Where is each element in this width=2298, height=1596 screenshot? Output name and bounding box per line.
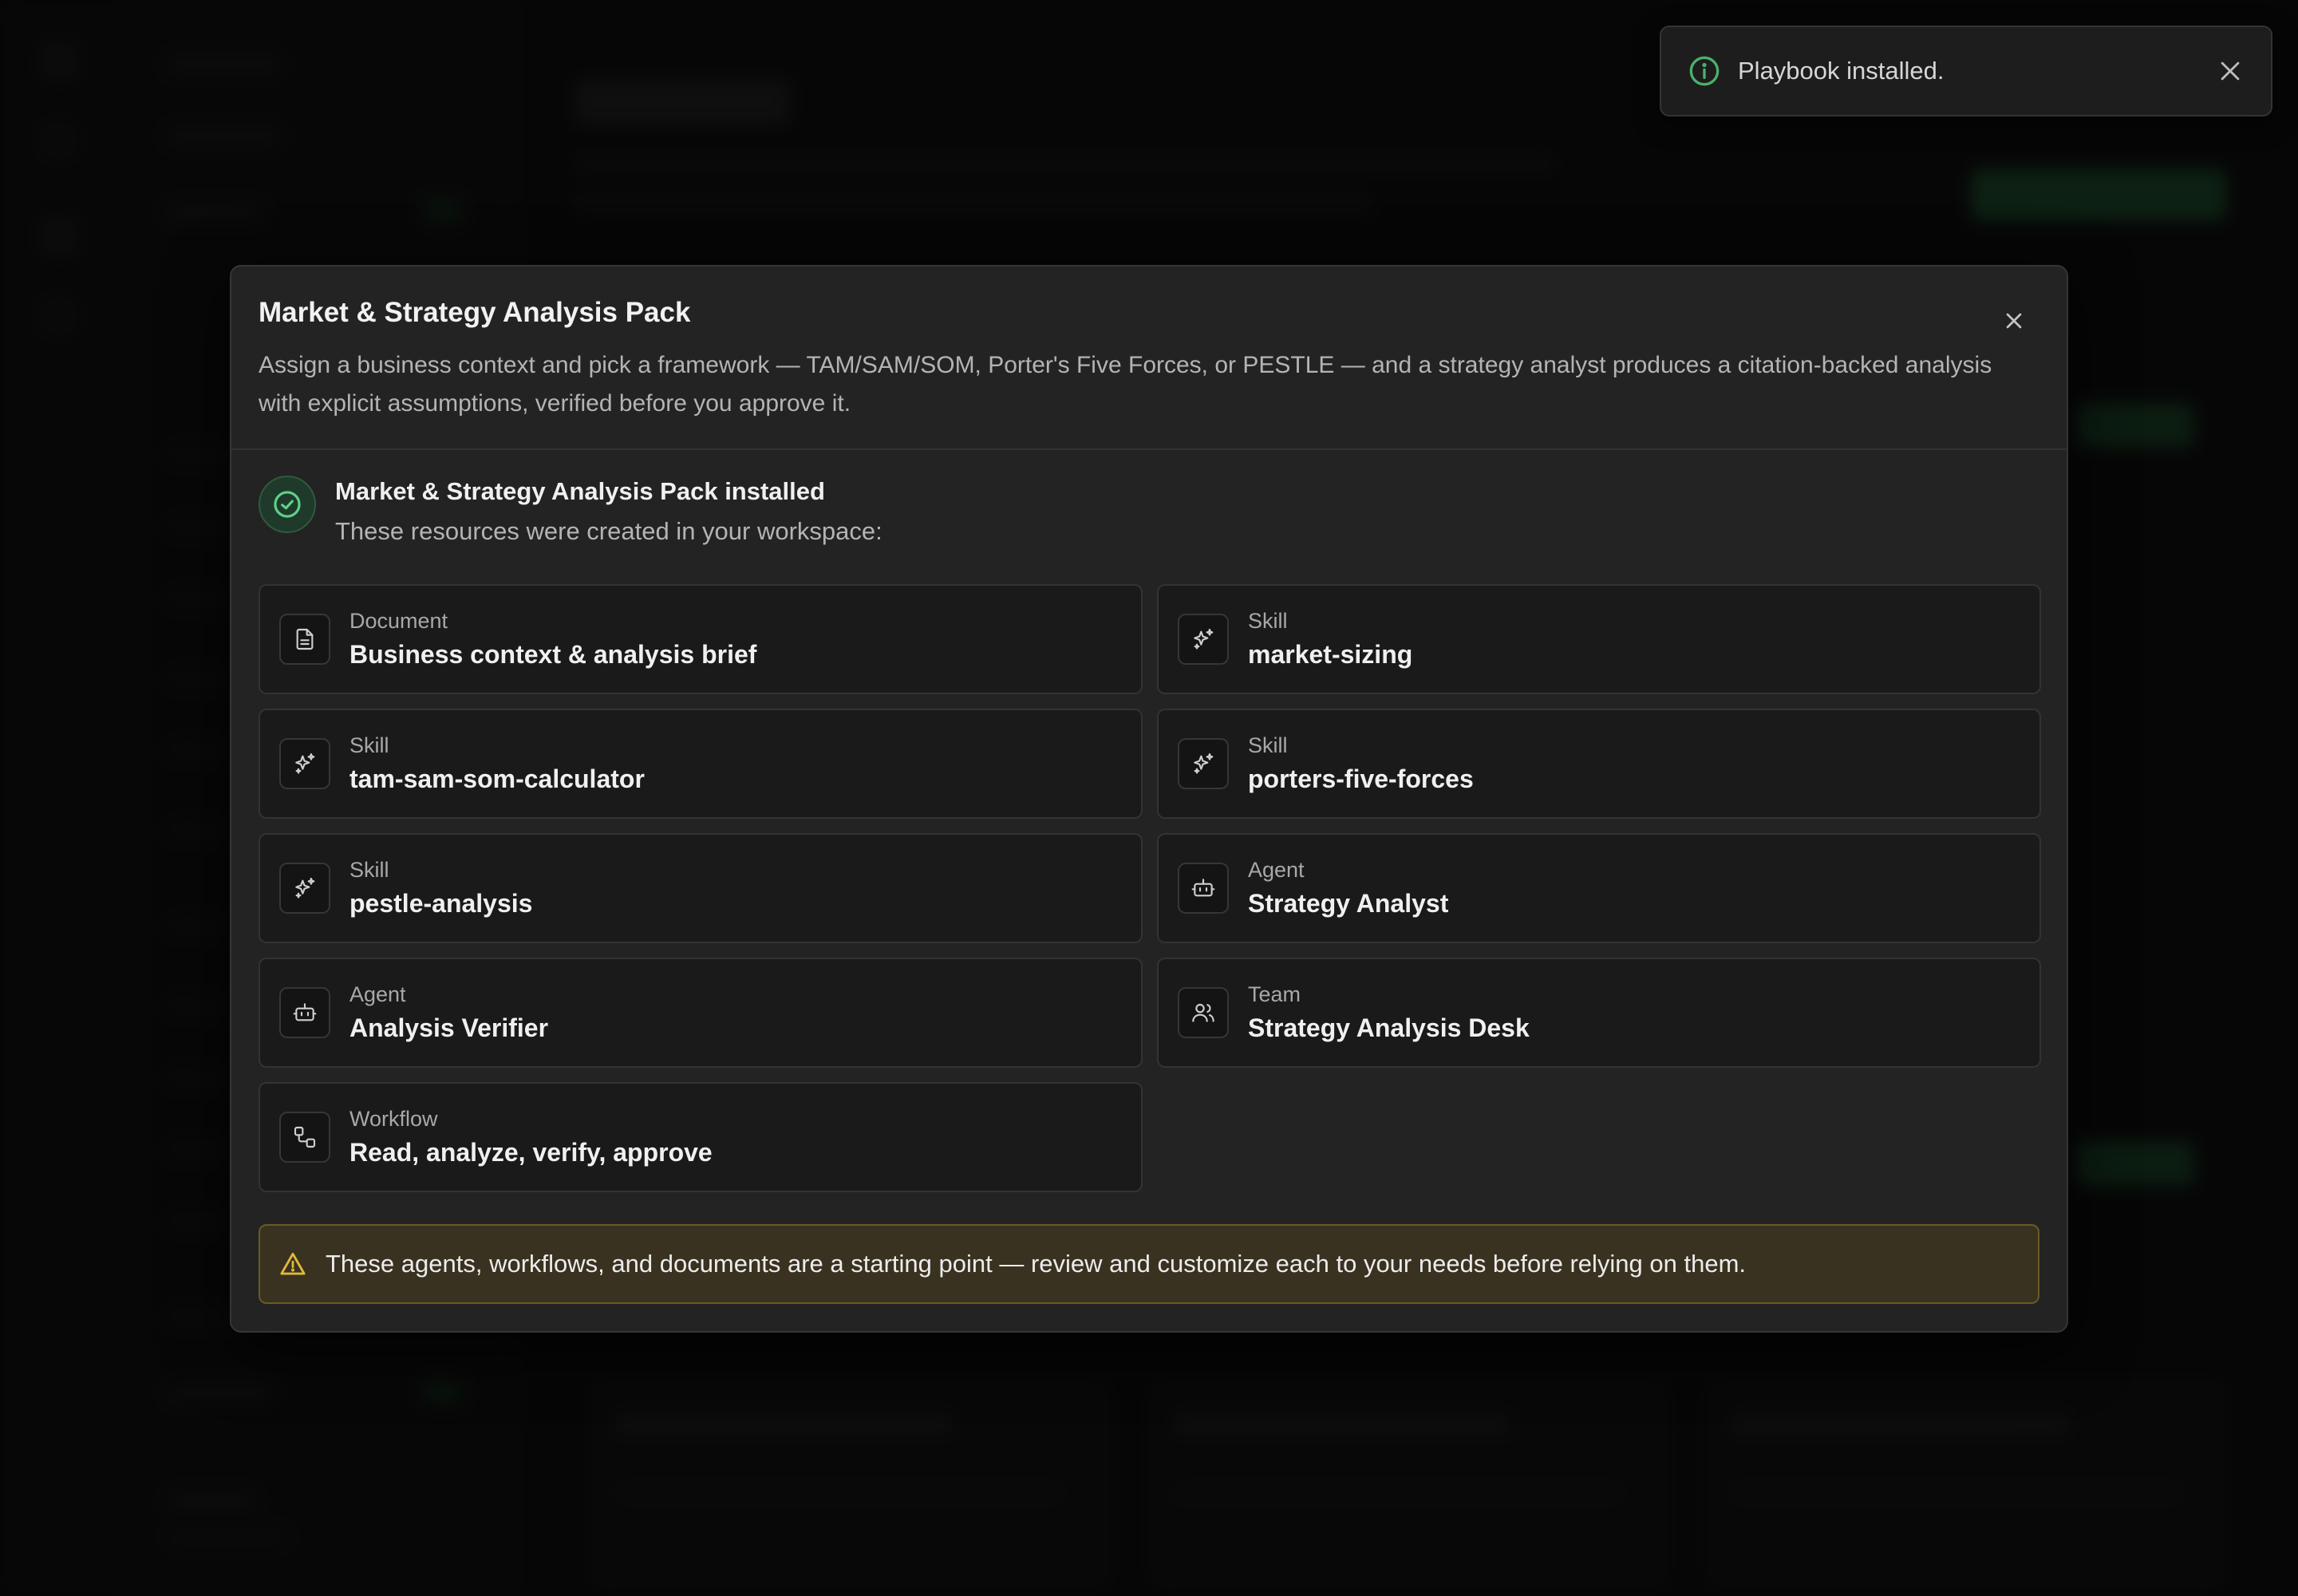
bot-icon [293, 1003, 317, 1021]
dialog-title: Market & Strategy Analysis Pack [259, 297, 691, 328]
resource-type: Agent [349, 982, 406, 1006]
sparkle-icon [295, 753, 315, 774]
resource-name: Business context & analysis brief [349, 640, 757, 669]
toast-close-icon[interactable] [2217, 57, 2244, 85]
resource-card[interactable]: Skill market-sizing [1157, 584, 2041, 694]
resource-card[interactable]: Agent Strategy Analyst [1157, 833, 2041, 943]
document-icon [296, 628, 314, 650]
info-icon [1689, 56, 1720, 86]
resource-name: Strategy Analysis Desk [1248, 1013, 1530, 1042]
toast-notification: Playbook installed. [1660, 26, 2272, 117]
resource-card[interactable]: Team Strategy Analysis Desk [1157, 958, 2041, 1068]
dialog-description: Assign a business context and pick a fra… [259, 352, 1992, 417]
sparkle-icon [1194, 753, 1214, 774]
resource-name: tam-sam-som-calculator [349, 764, 645, 793]
resource-type: Skill [349, 858, 389, 882]
toast-message: Playbook installed. [1738, 57, 1945, 85]
warning-banner: These agents, workflows, and documents a… [259, 1224, 2039, 1304]
check-circle-icon [274, 491, 301, 518]
install-success-subtitle: These resources were created in your wor… [335, 517, 882, 545]
resource-type: Agent [1248, 858, 1305, 882]
install-result-dialog: Market & Strategy Analysis Pack Assign a… [230, 265, 2068, 1333]
warning-text: These agents, workflows, and documents a… [326, 1250, 1747, 1278]
install-success-banner: Market & Strategy Analysis Pack installe… [259, 476, 2039, 563]
users-icon [1192, 1003, 1214, 1022]
resource-card[interactable]: Document Business context & analysis bri… [259, 584, 1143, 694]
sparkle-icon [1194, 628, 1214, 650]
resource-card[interactable]: Skill tam-sam-som-calculator [259, 709, 1143, 819]
install-success-title: Market & Strategy Analysis Pack installe… [335, 477, 825, 505]
resource-type: Document [349, 609, 448, 633]
resource-type: Skill [1248, 733, 1288, 757]
resource-grid: Document Business context & analysis bri… [259, 584, 2041, 1192]
resource-type: Team [1248, 982, 1301, 1006]
workflow-icon [294, 1126, 316, 1148]
resource-name: pestle-analysis [349, 889, 533, 918]
success-badge [259, 476, 316, 533]
sparkle-icon [295, 877, 315, 899]
resource-name: Read, analyze, verify, approve [349, 1138, 713, 1167]
resource-type: Skill [1248, 609, 1288, 633]
resource-name: market-sizing [1248, 640, 1413, 669]
dialog-header: Market & Strategy Analysis Pack Assign a… [231, 267, 2067, 450]
dialog-close-icon[interactable] [2001, 308, 2027, 334]
resource-card[interactable]: Workflow Read, analyze, verify, approve [259, 1082, 1143, 1192]
resource-card[interactable]: Skill porters-five-forces [1157, 709, 2041, 819]
resource-card[interactable]: Agent Analysis Verifier [259, 958, 1143, 1068]
bot-icon [1191, 879, 1215, 897]
resource-type: Workflow [349, 1107, 438, 1131]
dialog-body: Market & Strategy Analysis Pack installe… [231, 450, 2067, 1304]
resource-name: porters-five-forces [1248, 764, 1474, 793]
resource-card[interactable]: Skill pestle-analysis [259, 833, 1143, 943]
resource-type: Skill [349, 733, 389, 757]
resource-name: Strategy Analyst [1248, 889, 1449, 918]
resource-name: Analysis Verifier [349, 1013, 549, 1042]
warning-triangle-icon [280, 1252, 306, 1275]
